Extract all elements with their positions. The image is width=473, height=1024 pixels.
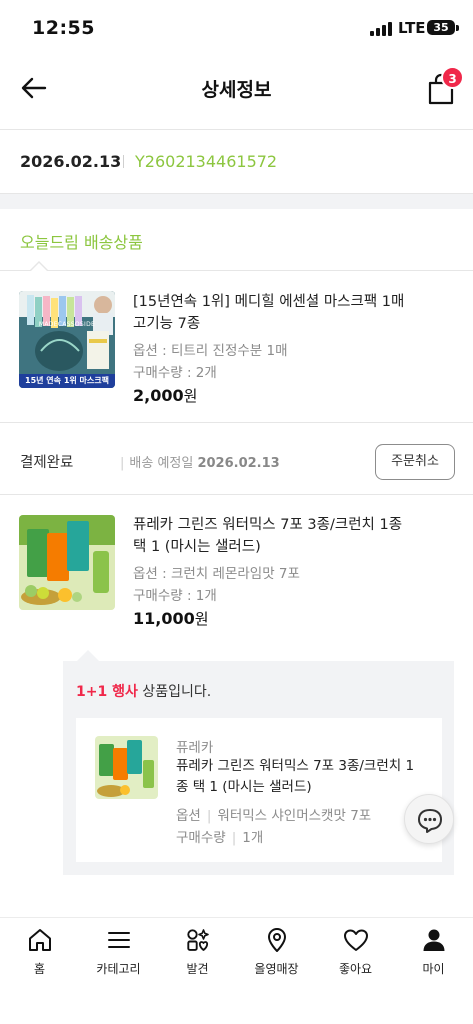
cart-count-badge: 3 bbox=[441, 66, 464, 89]
price-value: 11,000 bbox=[133, 609, 195, 628]
tab-label: 마이 bbox=[422, 962, 445, 976]
home-icon bbox=[28, 929, 51, 951]
tab-store[interactable]: 올영매장 bbox=[237, 926, 316, 977]
tab-category[interactable]: 카테고리 bbox=[79, 926, 158, 977]
status-time: 12:55 bbox=[32, 17, 95, 39]
product-quantity: 구매수량 : 1개 bbox=[133, 588, 217, 604]
chat-button[interactable] bbox=[404, 794, 454, 844]
promo-option-value: 워터믹스 샤인머스캣맛 7포 bbox=[217, 808, 372, 824]
user-icon bbox=[423, 929, 444, 951]
tab-label: 홈 bbox=[33, 962, 46, 976]
mask-pack-illustration bbox=[19, 291, 115, 388]
tab-bar: 홈 카테고리 발견 올영매장 좋아요 마이 bbox=[0, 917, 473, 1024]
divider bbox=[0, 494, 473, 495]
section-title: 오늘드림 배송상품 bbox=[20, 233, 143, 252]
location-pin-icon bbox=[267, 928, 286, 952]
network-label: LTE bbox=[398, 19, 426, 37]
battery-icon: 35 bbox=[427, 20, 455, 35]
promo-tail bbox=[77, 650, 99, 661]
promo-quantity-label: 구매수량 bbox=[176, 830, 226, 846]
price-currency: 원 bbox=[194, 610, 209, 628]
promo-product-image bbox=[95, 736, 158, 799]
tab-label: 올영매장 bbox=[254, 962, 299, 976]
promo-box: 1+1 행사 상품입니다. 퓨레카 퓨레카 그린즈 워터믹스 7포 3종/크런치… bbox=[63, 661, 454, 875]
menu-icon bbox=[107, 932, 130, 948]
price-currency: 원 bbox=[183, 387, 198, 405]
tab-label: 카테고리 bbox=[96, 962, 141, 976]
tab-likes[interactable]: 좋아요 bbox=[316, 926, 395, 977]
promo-highlight: 1+1 행사 bbox=[76, 684, 138, 700]
product-price: 11,000원 bbox=[133, 608, 209, 629]
bubble-tail-fill bbox=[31, 263, 47, 271]
greens-thumbnail bbox=[95, 736, 158, 799]
promo-option: 옵션 | 워터믹스 샤인머스캣맛 7포 bbox=[176, 808, 372, 824]
order-status: 결제완료 bbox=[20, 455, 74, 471]
promo-text-body: 상품입니다. bbox=[137, 684, 212, 700]
tab-discover[interactable]: 발견 bbox=[158, 926, 237, 977]
product-image-greens[interactable] bbox=[19, 515, 115, 610]
promo-quantity-value: 1개 bbox=[242, 830, 264, 846]
order-separator bbox=[123, 155, 124, 168]
promo-product-card[interactable]: 퓨레카 퓨레카 그린즈 워터믹스 7포 3종/크런치 1종 택 1 (마시는 샐… bbox=[76, 718, 442, 862]
greens-illustration bbox=[19, 515, 115, 610]
promo-quantity: 구매수량 | 1개 bbox=[176, 830, 264, 846]
order-number: Y2602134461572 bbox=[135, 152, 278, 171]
tab-label: 발견 bbox=[186, 962, 209, 976]
product-name[interactable]: 퓨레카 그린즈 워터믹스 7포 3종/크런치 1종 택 1 (마시는 샐러드) bbox=[133, 514, 413, 558]
delivery-label: 배송 예정일 bbox=[129, 456, 194, 471]
promo-product-name: 퓨레카 그린즈 워터믹스 7포 3종/크런치 1종 택 1 (마시는 샐러드) bbox=[176, 758, 415, 795]
tab-label: 좋아요 bbox=[338, 962, 373, 976]
nav-bar: 상세정보 bbox=[0, 60, 473, 116]
promo-text: 1+1 행사 상품입니다. bbox=[76, 681, 211, 701]
tab-home[interactable]: 홈 bbox=[0, 926, 79, 977]
price-value: 2,000 bbox=[133, 386, 184, 405]
product-option: 옵션 : 티트리 진정수분 1매 bbox=[133, 343, 288, 359]
divider bbox=[0, 422, 473, 423]
delivery-info: | 배송 예정일 2026.02.13 bbox=[120, 456, 280, 471]
page-title: 상세정보 bbox=[201, 79, 272, 101]
product-option: 옵션 : 크런치 레몬라임맛 7포 bbox=[133, 566, 300, 582]
promo-brand: 퓨레카 bbox=[176, 740, 214, 756]
heart-icon bbox=[343, 929, 368, 951]
mask-pack-brand: MADECASSOSIDE bbox=[38, 321, 96, 328]
chat-bubble-icon bbox=[418, 809, 442, 833]
status-bar: 12:55 LTE 35 bbox=[0, 0, 473, 60]
product-quantity: 구매수량 : 2개 bbox=[133, 365, 217, 381]
divider bbox=[0, 129, 473, 130]
product-name[interactable]: [15년연속 1위] 메디힐 에센셜 마스크팩 1매 고기능 7종 bbox=[133, 291, 413, 335]
signal-icon bbox=[370, 22, 396, 36]
mask-pack-banner: 15년 연속 1위 마스크팩 bbox=[25, 376, 109, 385]
tab-my[interactable]: 마이 bbox=[394, 926, 473, 977]
product-image-mask-pack[interactable]: MADECASSOSIDE 15년 연속 1위 마스크팩 bbox=[19, 291, 115, 388]
cancel-order-button[interactable]: 주문취소 bbox=[375, 444, 455, 480]
discover-icon bbox=[186, 929, 209, 951]
product-price: 2,000원 bbox=[133, 385, 197, 406]
delivery-date: 2026.02.13 bbox=[197, 456, 280, 471]
promo-option-label: 옵션 bbox=[176, 808, 201, 824]
order-date: 2026.02.13 bbox=[20, 152, 122, 171]
battery-cap bbox=[456, 25, 459, 31]
section-gap bbox=[0, 193, 473, 209]
divider bbox=[0, 270, 473, 271]
